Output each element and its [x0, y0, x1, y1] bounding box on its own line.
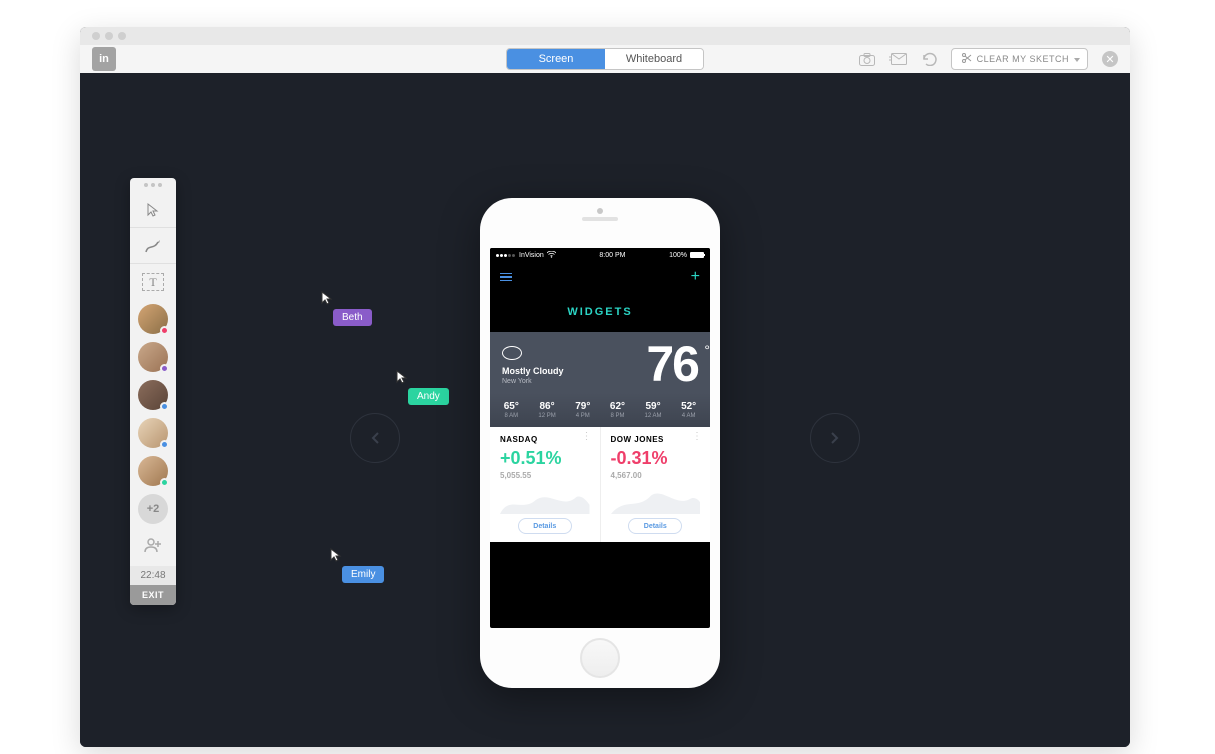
tab-screen[interactable]: Screen — [507, 49, 605, 69]
add-participant-icon[interactable] — [138, 530, 168, 560]
session-timer: 22:48 — [130, 566, 176, 585]
stock-value: 5,055.55 — [500, 471, 590, 480]
forecast-row: 65°8 AM 86°12 PM 79°4 PM 62°8 PM 59°12 A… — [490, 393, 710, 427]
stock-name: NASDAQ — [500, 435, 590, 444]
app-window: in Screen Whiteboard CLEAR MY SKETCH ✕ — [80, 27, 1130, 747]
weather-widget[interactable]: Mostly Cloudy New York 76° 65°8 AM 86°12… — [490, 332, 710, 427]
traffic-light-min[interactable] — [105, 32, 113, 40]
main-toolbar: in Screen Whiteboard CLEAR MY SKETCH ✕ — [80, 45, 1130, 73]
forecast-item: 52°4 AM — [681, 401, 696, 419]
cursor-label: Beth — [333, 309, 372, 326]
forecast-item: 65°8 AM — [504, 401, 519, 419]
home-button[interactable] — [580, 638, 620, 678]
next-screen-button[interactable] — [810, 413, 860, 463]
battery-icon — [690, 252, 704, 258]
stock-change: -0.31% — [611, 448, 701, 469]
panel-drag-handle[interactable] — [144, 178, 162, 192]
carrier-label: InVision — [519, 252, 544, 259]
app-nav-bar: + — [490, 262, 710, 292]
overflow-participants[interactable]: +2 — [138, 494, 168, 524]
scissors-icon — [962, 53, 972, 65]
more-icon[interactable]: ⋮ — [692, 435, 702, 439]
details-button[interactable]: Details — [628, 518, 682, 534]
weather-location: New York — [502, 378, 564, 385]
stock-widget-dow[interactable]: ⋮ DOW JONES -0.31% 4,567.00 Details — [600, 427, 711, 542]
tool-panel: T +2 22:48 EXIT — [130, 178, 176, 605]
signal-icon — [496, 252, 516, 259]
forecast-item: 86°12 PM — [538, 401, 555, 419]
participant-avatar[interactable] — [138, 304, 168, 334]
cursor-label: Emily — [342, 566, 384, 583]
cloud-icon — [502, 346, 522, 360]
window-title-bar — [80, 27, 1130, 45]
sparkline — [500, 486, 590, 514]
participant-avatar[interactable] — [138, 456, 168, 486]
participant-avatar[interactable] — [138, 342, 168, 372]
sparkline — [611, 486, 701, 514]
tab-whiteboard[interactable]: Whiteboard — [605, 49, 703, 69]
forecast-item: 62°8 PM — [610, 401, 625, 419]
stocks-row: ⋮ NASDAQ +0.51% 5,055.55 Details ⋮ DOW J… — [490, 427, 710, 542]
forecast-item: 59°12 AM — [645, 401, 662, 419]
clock-label: 8:00 PM — [599, 252, 625, 259]
phone-screen: InVision 8:00 PM 100% + WIDGETS — [490, 248, 710, 628]
status-dot — [160, 364, 169, 373]
participant-avatar[interactable] — [138, 380, 168, 410]
mail-icon[interactable] — [889, 53, 907, 65]
battery-pct: 100% — [669, 252, 687, 259]
current-temp: 76° — [646, 342, 698, 387]
camera-icon[interactable] — [859, 53, 875, 66]
status-dot — [160, 440, 169, 449]
app-title: WIDGETS — [490, 292, 710, 332]
weather-condition: Mostly Cloudy — [502, 366, 564, 376]
wifi-icon — [547, 251, 556, 260]
participant-avatar[interactable] — [138, 418, 168, 448]
status-dot — [160, 326, 169, 335]
text-tool[interactable]: T — [130, 264, 176, 300]
undo-icon[interactable] — [921, 52, 937, 66]
close-icon[interactable]: ✕ — [1102, 51, 1118, 67]
exit-button[interactable]: EXIT — [130, 585, 176, 605]
traffic-light-close[interactable] — [92, 32, 100, 40]
prev-screen-button[interactable] — [350, 413, 400, 463]
traffic-light-max[interactable] — [118, 32, 126, 40]
status-dot — [160, 478, 169, 487]
invision-logo[interactable]: in — [92, 47, 116, 71]
phone-camera-dot — [597, 208, 603, 214]
pen-tool[interactable] — [130, 228, 176, 264]
status-dot — [160, 402, 169, 411]
canvas-area[interactable]: T +2 22:48 EXIT Beth An — [80, 73, 1130, 747]
stock-widget-nasdaq[interactable]: ⋮ NASDAQ +0.51% 5,055.55 Details — [490, 427, 600, 542]
clear-sketch-label: CLEAR MY SKETCH — [977, 54, 1069, 64]
view-mode-toggle: Screen Whiteboard — [506, 48, 704, 70]
more-icon[interactable]: ⋮ — [582, 435, 592, 439]
add-icon[interactable]: + — [691, 268, 700, 286]
stock-change: +0.51% — [500, 448, 590, 469]
phone-mockup: InVision 8:00 PM 100% + WIDGETS — [480, 198, 720, 688]
ios-status-bar: InVision 8:00 PM 100% — [490, 248, 710, 262]
stock-value: 4,567.00 — [611, 471, 701, 480]
cursor-label: Andy — [408, 388, 449, 405]
forecast-item: 79°4 PM — [575, 401, 590, 419]
details-button[interactable]: Details — [518, 518, 572, 534]
stock-name: DOW JONES — [611, 435, 701, 444]
pointer-tool[interactable] — [130, 192, 176, 228]
clear-sketch-button[interactable]: CLEAR MY SKETCH — [951, 48, 1088, 70]
menu-icon[interactable] — [500, 273, 512, 282]
